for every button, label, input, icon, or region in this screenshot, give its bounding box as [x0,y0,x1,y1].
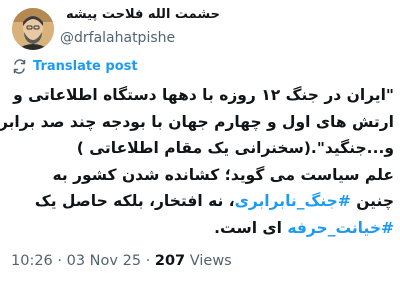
author-handle[interactable]: @drfalahatpishe [60,30,175,46]
post-text-line: #خیانت_حرفه ای است. [8,215,394,242]
translate-icon [12,58,27,74]
post-meta: 10:26 · 03 Nov 25 · 207 Views [11,253,232,269]
hashtag-link[interactable]: #جنگ_نابرابری [235,192,351,210]
post-header: حشمت الله فلاحت پیشه @drfalahatpishe [0,0,400,56]
post-text-segment: ، نه افتخار، بلکه حاصل یک [34,192,235,210]
post-date[interactable]: 03 Nov 25 [67,253,141,269]
post-text-segment: ای است. [214,218,288,237]
views-label: Views [185,253,232,269]
author-display-name[interactable]: حشمت الله فلاحت پیشه [60,7,220,22]
post-text-line: "ایران در جنگ ۱۲ روزه با دهها دستگاه اطل… [13,86,394,104]
post-text-line: ارتش های اول و چهارم جهان با بودجه چند ص… [0,112,394,131]
meta-separator: · [141,253,155,269]
post-time[interactable]: 10:26 [11,253,53,269]
post-text-line: و...جنگید".(سخنرانی یک مقام اطلاعاتی ) [76,139,394,157]
views-count: 207 [154,253,186,269]
translate-post-label: Translate post [33,58,138,74]
post-text: "ایران در جنگ ۱۲ روزه با دهها دستگاه اطل… [0,82,394,242]
post-text-line: علم سیاست می گوید؛ کشانده شدن کشور به [52,165,394,184]
post-text-segment: چنین [350,192,394,210]
translate-post-button[interactable]: Translate post [12,58,138,74]
meta-separator: · [52,253,67,269]
hashtag-link[interactable]: #خیانت_حرفه [287,219,394,237]
post-text-line: چنین #جنگ_نابرابری، نه افتخار، بلکه حاصل… [8,188,394,215]
author-avatar[interactable] [12,8,54,50]
avatar-image [12,8,54,50]
